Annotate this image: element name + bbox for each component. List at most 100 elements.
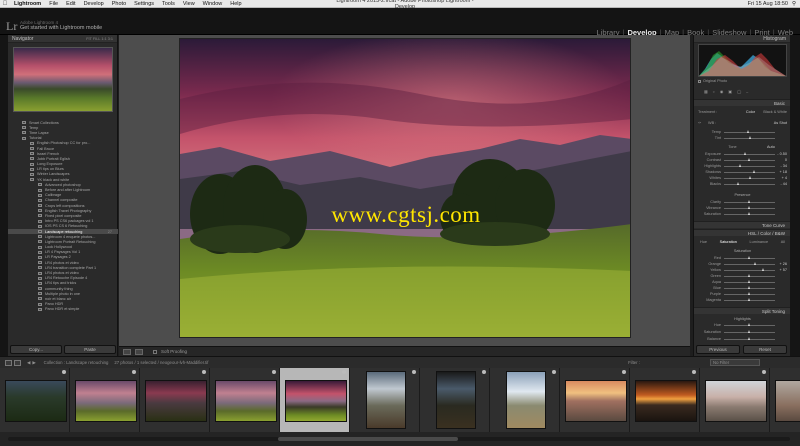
reset-button[interactable]: Reset: [743, 345, 787, 354]
slider-track[interactable]: [724, 158, 775, 161]
slider-handle[interactable]: [748, 200, 750, 203]
slider-value[interactable]: - 44: [775, 182, 787, 186]
menu-edit[interactable]: Edit: [62, 1, 79, 7]
adjustment-brush-icon[interactable]: –: [746, 90, 748, 94]
slider-track[interactable]: [724, 292, 775, 295]
menu-help[interactable]: Help: [226, 1, 245, 7]
menu-tools[interactable]: Tools: [158, 1, 179, 7]
forward-arrow-icon[interactable]: ▶: [32, 360, 35, 366]
slider-value[interactable]: + 4: [775, 176, 787, 180]
menu-view[interactable]: View: [179, 1, 199, 7]
filmstrip-thumb[interactable]: [630, 368, 700, 432]
filmstrip-thumb[interactable]: [70, 368, 140, 432]
slider-value[interactable]: + 57: [775, 268, 788, 272]
crop-icon[interactable]: ▦: [704, 89, 708, 94]
filmstrip-thumb[interactable]: [210, 368, 280, 432]
slider-handle[interactable]: [749, 176, 752, 179]
tone-auto-button[interactable]: Auto: [767, 145, 787, 149]
slider-value[interactable]: + 26: [775, 262, 788, 266]
filmstrip-thumb[interactable]: [700, 368, 770, 432]
graduated-filter-icon[interactable]: ▣: [728, 89, 732, 94]
slider-track[interactable]: [724, 268, 775, 271]
scrollbar-thumb[interactable]: [278, 437, 458, 441]
filmstrip-thumb[interactable]: [140, 368, 210, 432]
menu-photo[interactable]: Photo: [108, 1, 130, 7]
slider-handle[interactable]: [739, 164, 742, 167]
slider-track[interactable]: [724, 136, 775, 139]
back-arrow-icon[interactable]: ◀: [27, 360, 30, 366]
navigator-zoom[interactable]: FIT FILL 1:1 3:1: [86, 37, 113, 41]
left-panel-toggle[interactable]: [0, 35, 8, 356]
apple-icon[interactable]: : [0, 1, 10, 7]
slider-track[interactable]: [724, 256, 775, 259]
slider-handle[interactable]: [748, 212, 750, 215]
slider-handle[interactable]: [748, 330, 750, 333]
slider-value[interactable]: - 34: [775, 164, 787, 168]
slider-track[interactable]: [724, 152, 775, 155]
hsl-tab-hue[interactable]: Hue: [700, 240, 707, 244]
menu-window[interactable]: Window: [199, 1, 227, 7]
slider-track[interactable]: [724, 262, 775, 265]
menu-app[interactable]: Lightroom: [10, 1, 45, 7]
treatment-color[interactable]: Color: [728, 110, 759, 114]
spot-removal-icon[interactable]: ○: [713, 90, 715, 94]
clock[interactable]: Fri 15 Aug 18:50: [748, 1, 788, 7]
eyedropper-icon[interactable]: ✑: [698, 120, 708, 125]
slider-handle[interactable]: [748, 256, 750, 259]
slider-track[interactable]: [724, 206, 775, 209]
second-window-icon[interactable]: [5, 359, 12, 366]
slider-handle[interactable]: [748, 158, 750, 161]
slider-track[interactable]: [724, 298, 775, 301]
hsl-tab-luminance[interactable]: Luminance: [750, 240, 769, 244]
filmstrip-thumb[interactable]: [420, 368, 490, 432]
copy-button[interactable]: Copy...: [10, 345, 62, 354]
original-photo-row[interactable]: Original Photo: [698, 79, 787, 83]
slider-handle[interactable]: [748, 323, 750, 326]
tone-curve-header[interactable]: Tone Curve: [694, 221, 791, 228]
hsl-tab-saturation[interactable]: Saturation: [720, 240, 737, 244]
slider-track[interactable]: [724, 323, 775, 326]
main-photo[interactable]: www.cgtsj.com: [179, 38, 631, 338]
navigator-header[interactable]: Navigator FIT FILL 1:1 3:1: [8, 35, 117, 43]
filmstrip-thumb[interactable]: [0, 368, 70, 432]
wb-value[interactable]: As Shot: [722, 121, 787, 125]
slider-track[interactable]: [724, 130, 775, 133]
menu-file[interactable]: File: [45, 1, 62, 7]
slider-handle[interactable]: [746, 130, 749, 133]
slider-track[interactable]: [724, 182, 775, 185]
slider-handle[interactable]: [749, 136, 752, 139]
filmstrip-thumb[interactable]: [280, 368, 350, 432]
filmstrip-scrollbar[interactable]: [8, 437, 790, 441]
slider-handle[interactable]: [736, 182, 739, 185]
original-photo-checkbox[interactable]: [698, 79, 701, 83]
filmstrip-thumb[interactable]: [350, 368, 420, 432]
slider-handle[interactable]: [748, 286, 750, 289]
loupe-view-icon[interactable]: [123, 348, 131, 355]
slider-handle[interactable]: [748, 274, 750, 277]
previous-button[interactable]: Previous: [696, 345, 740, 354]
collection-label[interactable]: Collection : Landscape retouching: [44, 360, 109, 365]
slider-track[interactable]: [724, 274, 775, 277]
radial-filter-icon[interactable]: ◯: [737, 89, 741, 94]
slider-handle[interactable]: [748, 206, 750, 209]
before-after-icon[interactable]: [135, 348, 143, 355]
right-panel-toggle[interactable]: [790, 35, 800, 356]
slider-track[interactable]: [724, 176, 775, 179]
slider-handle[interactable]: [743, 152, 746, 155]
paste-button[interactable]: Paste: [64, 345, 116, 354]
filmstrip-thumb[interactable]: [560, 368, 630, 432]
treatment-bw[interactable]: Black & White: [759, 110, 787, 114]
slider-track[interactable]: [724, 170, 775, 173]
grid-view-icon[interactable]: [14, 359, 21, 366]
slider-handle[interactable]: [748, 337, 750, 340]
slider-value[interactable]: + 18: [775, 170, 788, 174]
slider-track[interactable]: [724, 286, 775, 289]
slider-track[interactable]: [724, 200, 775, 203]
hsl-tab-all[interactable]: All: [781, 240, 785, 244]
slider-handle[interactable]: [754, 262, 757, 265]
collection-item[interactable]: Pano HDR et simple: [8, 307, 118, 312]
count-info[interactable]: 27 photos / 1 selected / neogeour-lvh-Ma…: [114, 360, 208, 365]
slider-handle[interactable]: [748, 292, 750, 295]
basic-header[interactable]: Basic: [694, 99, 791, 106]
filter-dropdown[interactable]: No Filter: [710, 359, 760, 366]
